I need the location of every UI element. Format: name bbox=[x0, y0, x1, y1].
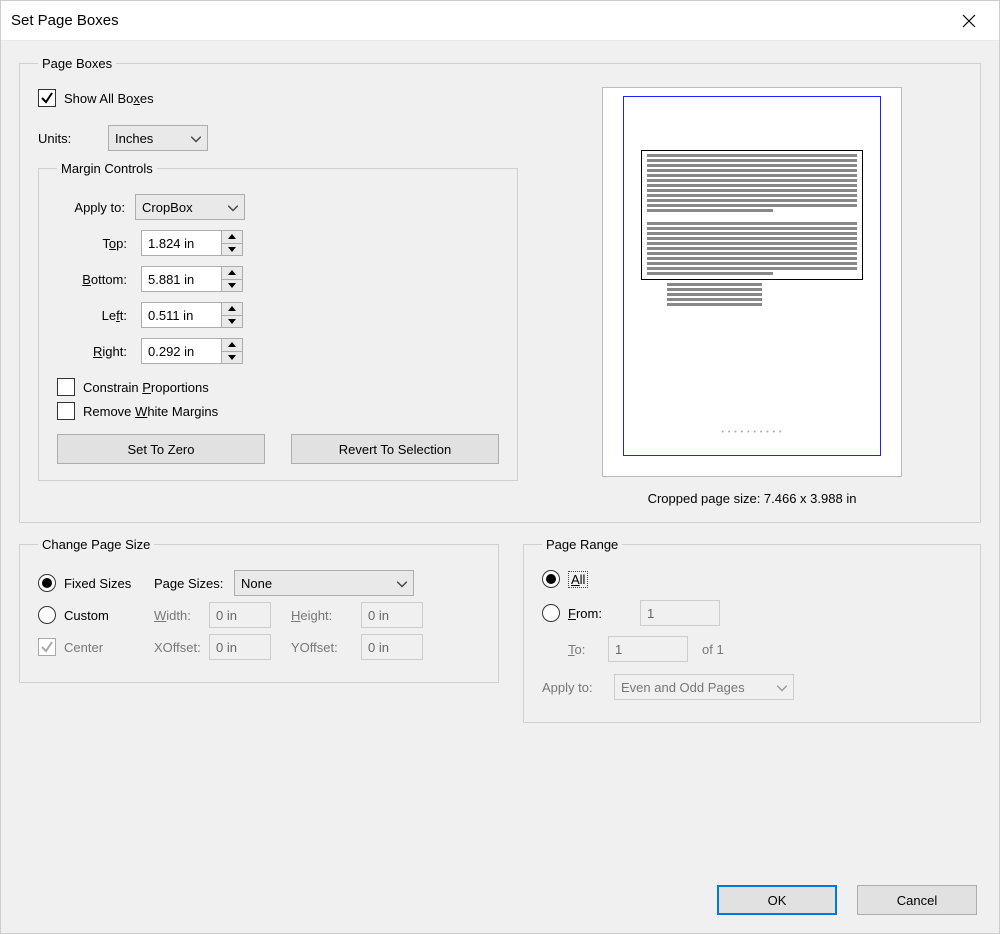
spin-down-icon[interactable] bbox=[222, 352, 242, 364]
yoffset-label: YOffset: bbox=[291, 640, 361, 655]
constrain-label: Constrain Proportions bbox=[83, 380, 209, 395]
height-label: Height: bbox=[291, 608, 361, 623]
width-input: 0 in bbox=[209, 602, 271, 628]
chevron-down-icon bbox=[777, 680, 787, 695]
set-to-zero-button[interactable]: Set To Zero bbox=[57, 434, 265, 464]
page-boxes-legend: Page Boxes bbox=[38, 56, 116, 71]
top-label: Top: bbox=[57, 236, 141, 251]
left-spinbox[interactable]: 0.511 in bbox=[141, 302, 243, 328]
yoffset-input: 0 in bbox=[361, 634, 423, 660]
ok-button[interactable]: OK bbox=[717, 885, 837, 915]
right-label: Right: bbox=[57, 344, 141, 359]
preview-caption: Cropped page size: 7.466 x 3.988 in bbox=[648, 491, 857, 506]
bottom-label: Bottom: bbox=[57, 272, 141, 287]
spin-down-icon[interactable] bbox=[222, 244, 242, 256]
from-input: 1 bbox=[640, 600, 720, 626]
left-label: Left: bbox=[57, 308, 141, 323]
chevron-down-icon bbox=[228, 200, 238, 215]
remove-white-label: Remove White Margins bbox=[83, 404, 218, 419]
show-all-boxes-label: Show All Boxes bbox=[64, 91, 154, 106]
top-spinbox[interactable]: 1.824 in bbox=[141, 230, 243, 256]
bottom-spinbox[interactable]: 5.881 in bbox=[141, 266, 243, 292]
range-apply-to-label: Apply to: bbox=[542, 680, 614, 695]
spin-up-icon[interactable] bbox=[222, 303, 242, 316]
close-icon[interactable] bbox=[949, 6, 989, 36]
constrain-row[interactable]: Constrain Proportions bbox=[57, 378, 499, 396]
dialog-title: Set Page Boxes bbox=[11, 12, 949, 29]
page-range-group: Page Range All From: 1 To: 1 of 1 bbox=[523, 537, 981, 723]
spin-down-icon[interactable] bbox=[222, 280, 242, 292]
margin-controls-group: Margin Controls Apply to: CropBox Top: bbox=[38, 161, 518, 481]
of-label: of 1 bbox=[702, 642, 724, 657]
show-all-boxes-row[interactable]: Show All Boxes bbox=[38, 89, 518, 107]
fixed-sizes-label: Fixed Sizes bbox=[64, 576, 154, 591]
page-boxes-group: Page Boxes Show All Boxes Units: Inches bbox=[19, 56, 981, 523]
remove-white-row[interactable]: Remove White Margins bbox=[57, 402, 499, 420]
width-label: Width: bbox=[154, 608, 209, 623]
units-select[interactable]: Inches bbox=[108, 125, 208, 151]
height-input: 0 in bbox=[361, 602, 423, 628]
from-label: From: bbox=[568, 606, 640, 621]
center-label: Center bbox=[64, 640, 154, 655]
chevron-down-icon bbox=[397, 576, 407, 591]
page-sizes-label: Page Sizes: bbox=[154, 576, 234, 591]
set-page-boxes-dialog: Set Page Boxes Page Boxes Show All Boxes… bbox=[0, 0, 1000, 934]
spin-up-icon[interactable] bbox=[222, 231, 242, 244]
custom-label: Custom bbox=[64, 608, 154, 623]
page-range-legend: Page Range bbox=[542, 537, 622, 552]
custom-radio[interactable] bbox=[38, 606, 56, 624]
all-radio[interactable] bbox=[542, 570, 560, 588]
spin-up-icon[interactable] bbox=[222, 339, 242, 352]
center-checkbox bbox=[38, 638, 56, 656]
xoffset-input: 0 in bbox=[209, 634, 271, 660]
to-label: To: bbox=[568, 642, 608, 657]
units-label: Units: bbox=[38, 131, 108, 146]
apply-to-label: Apply to: bbox=[57, 200, 135, 215]
constrain-checkbox[interactable] bbox=[57, 378, 75, 396]
page-sizes-select[interactable]: None bbox=[234, 570, 414, 596]
page-preview: • • • • • • • • • • bbox=[602, 87, 902, 477]
fixed-sizes-radio[interactable] bbox=[38, 574, 56, 592]
range-apply-to-select: Even and Odd Pages bbox=[614, 674, 794, 700]
top-input: 1.824 in bbox=[141, 230, 221, 256]
apply-to-select[interactable]: CropBox bbox=[135, 194, 245, 220]
from-radio[interactable] bbox=[542, 604, 560, 622]
spin-down-icon[interactable] bbox=[222, 316, 242, 328]
all-label: All bbox=[568, 571, 588, 588]
right-spinbox[interactable]: 0.292 in bbox=[141, 338, 243, 364]
preview-text bbox=[647, 154, 857, 420]
chevron-down-icon bbox=[191, 131, 201, 146]
change-page-size-legend: Change Page Size bbox=[38, 537, 154, 552]
revert-button[interactable]: Revert To Selection bbox=[291, 434, 499, 464]
change-page-size-group: Change Page Size Fixed Sizes Page Sizes:… bbox=[19, 537, 499, 683]
remove-white-checkbox[interactable] bbox=[57, 402, 75, 420]
show-all-boxes-checkbox[interactable] bbox=[38, 89, 56, 107]
cancel-button[interactable]: Cancel bbox=[857, 885, 977, 915]
margin-controls-legend: Margin Controls bbox=[57, 161, 157, 176]
to-input: 1 bbox=[608, 636, 688, 662]
titlebar: Set Page Boxes bbox=[1, 1, 999, 41]
spin-up-icon[interactable] bbox=[222, 267, 242, 280]
xoffset-label: XOffset: bbox=[154, 640, 209, 655]
